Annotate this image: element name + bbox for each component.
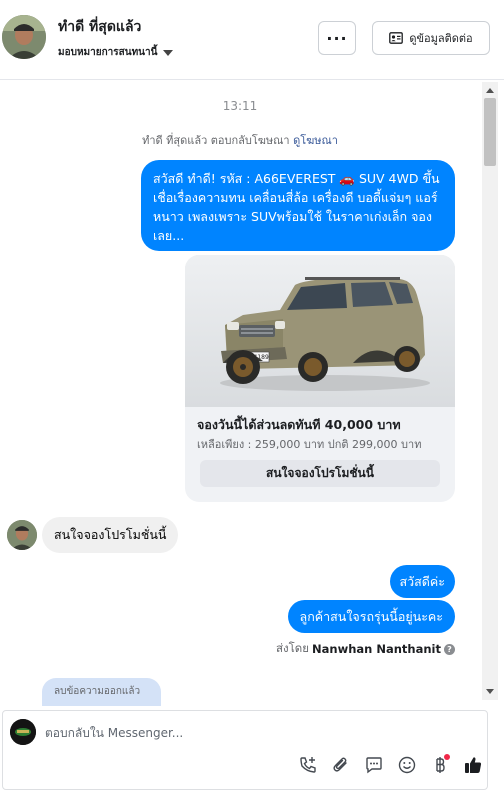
- incoming-message: สนใจจองโปรโมชั่นนี้: [42, 517, 179, 553]
- ad-card-title: จองวันนี้ได้ส่วนลดทันที 40,000 บาท: [197, 417, 401, 432]
- composer-toolbar: [297, 754, 484, 776]
- view-ad-link[interactable]: ดูโฆษณา: [293, 134, 338, 147]
- page-avatar: [10, 719, 36, 745]
- conversation-header: ทำดี ที่สุดแล้ว มอบหมายการสนทนานี้ ··· ด…: [0, 0, 504, 80]
- assign-label: มอบหมายการสนทนานี้: [58, 47, 158, 58]
- emoji-icon[interactable]: [396, 754, 418, 776]
- sent-by-prefix: ส่งโดย: [275, 641, 310, 655]
- saved-reply-icon[interactable]: [363, 754, 385, 776]
- assign-conversation-dropdown[interactable]: มอบหมายการสนทนานี้: [58, 45, 174, 60]
- ad-reply-notice: ทำดี ที่สุดแล้ว ตอบกลับโฆษณา ดูโฆษณา: [0, 131, 480, 149]
- car-photo: ฆษ 4189: [185, 255, 455, 407]
- notification-dot: [444, 754, 450, 760]
- message-thread[interactable]: 13:11 ทำดี ที่สุดแล้ว ตอบกลับโฆษณา ดูโฆษ…: [0, 81, 504, 706]
- contact-avatar[interactable]: [2, 15, 46, 59]
- thread-scrollbar[interactable]: [482, 82, 498, 700]
- like-icon[interactable]: [462, 754, 484, 776]
- more-options-label: ···: [326, 28, 348, 48]
- deleted-message-notice: ลบข้อความออกแล้ว: [42, 678, 161, 706]
- sent-by-label: ส่งโดย Nanwhan Nanthanit ?: [276, 640, 455, 658]
- caret-down-icon: [163, 49, 174, 56]
- ad-reply-text: ทำดี ที่สุดแล้ว ตอบกลับโฆษณา: [142, 134, 290, 147]
- scroll-up-arrow-icon[interactable]: [486, 88, 494, 93]
- messenger-chat-panel: ทำดี ที่สุดแล้ว มอบหมายการสนทนานี้ ··· ด…: [0, 0, 504, 796]
- call-add-icon[interactable]: [297, 754, 319, 776]
- outgoing-message: สวัสดีค่ะ: [389, 565, 455, 598]
- outgoing-message: ลูกค้าสนใจรถรุ่นนี้อยู่นะคะ: [287, 600, 455, 633]
- view-contact-info-label: ดูข้อมูลติดต่อ: [409, 32, 473, 45]
- scrollbar-thumb[interactable]: [484, 98, 496, 166]
- contact-name[interactable]: ทำดี ที่สุดแล้ว: [58, 16, 141, 38]
- contact-card-icon: [389, 32, 404, 44]
- ad-card-cta-button[interactable]: สนใจจองโปรโมชั่นนี้: [200, 460, 440, 487]
- scroll-down-arrow-icon[interactable]: [486, 689, 494, 694]
- sender-name: Nanwhan Nanthanit: [312, 642, 441, 656]
- attachment-icon[interactable]: [330, 754, 352, 776]
- view-contact-info-button[interactable]: ดูข้อมูลติดต่อ: [372, 21, 490, 55]
- message-composer: [2, 710, 488, 790]
- contact-avatar-small: [7, 520, 37, 550]
- message-timestamp: 13:11: [222, 99, 258, 113]
- more-options-button[interactable]: ···: [318, 21, 356, 55]
- ad-card[interactable]: ฆษ 4189 จองวันนี้ได้ส่วนลดทันที 40,: [185, 255, 455, 502]
- outgoing-ad-message: สวัสดี ทำดี! รหัส : A66EVEREST 🚗 SUV 4WD…: [141, 160, 455, 251]
- payment-icon[interactable]: [429, 754, 451, 776]
- ad-card-subtitle: เหลือเพียง : 259,000 บาท ปกติ 299,000 บา…: [197, 438, 422, 451]
- info-icon[interactable]: ?: [444, 643, 455, 655]
- message-input[interactable]: [45, 723, 465, 743]
